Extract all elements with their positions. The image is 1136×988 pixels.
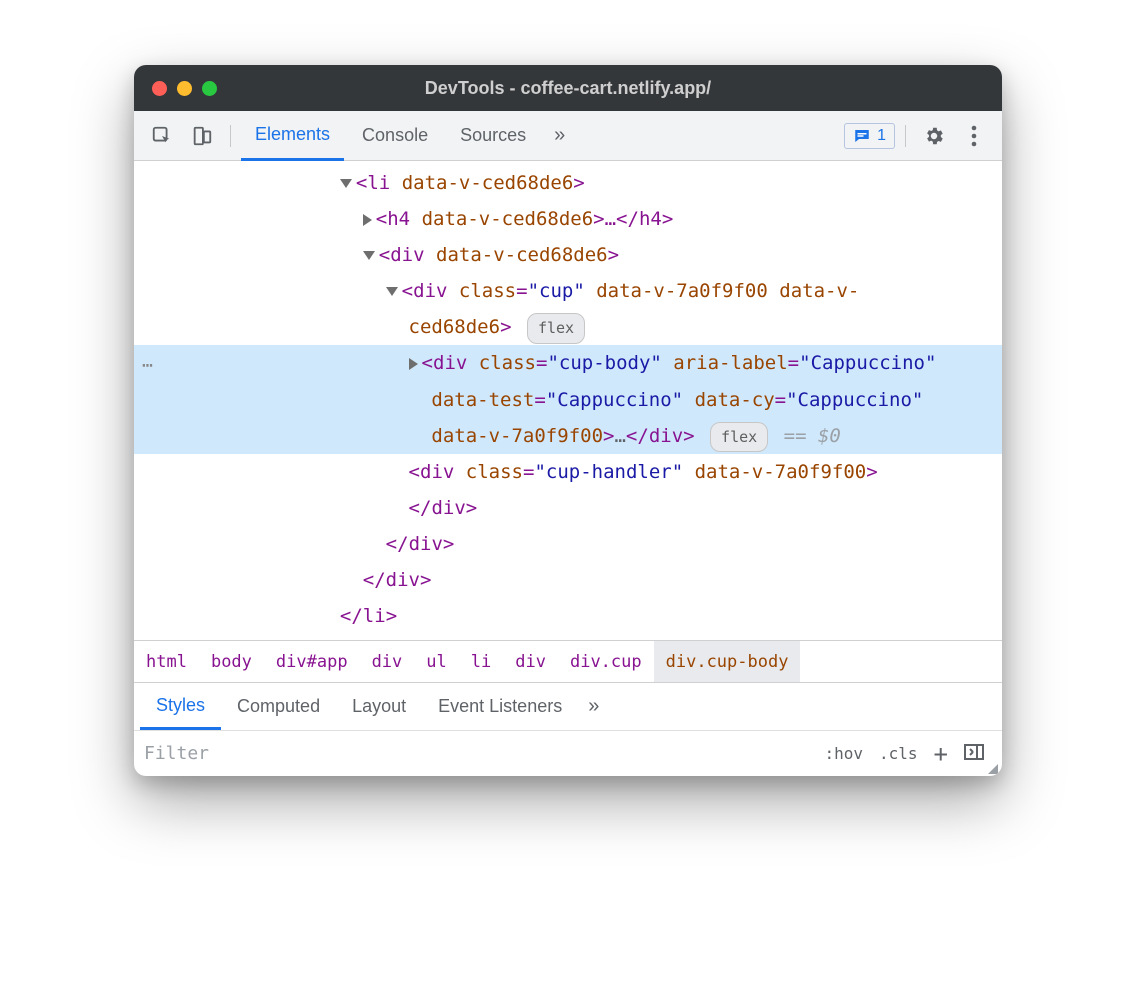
dom-node[interactable]: <li data-v-ced68de6> [134, 165, 1002, 201]
dom-node-selected-cont[interactable]: data-test="Cappuccino" data-cy="Cappucci… [134, 382, 1002, 418]
styles-tabs: Styles Computed Layout Event Listeners » [134, 682, 1002, 730]
hov-toggle[interactable]: :hov [816, 744, 871, 763]
more-styles-tabs-button[interactable]: » [578, 695, 609, 718]
breadcrumb-bar: html body div#app div ul li div div.cup … [134, 640, 1002, 682]
dom-node[interactable]: <div class="cup-handler" data-v-7a0f9f00… [134, 454, 1002, 490]
device-toolbar-icon[interactable] [184, 118, 220, 154]
expand-caret-icon[interactable] [386, 287, 398, 296]
close-window-button[interactable] [152, 81, 167, 96]
tab-sources[interactable]: Sources [446, 111, 540, 161]
tab-styles[interactable]: Styles [140, 683, 221, 730]
more-menu-icon[interactable] [956, 118, 992, 154]
tab-layout[interactable]: Layout [336, 683, 422, 730]
tab-computed[interactable]: Computed [221, 683, 336, 730]
message-icon [853, 127, 871, 145]
dom-node-selected[interactable]: ⋯ <div class="cup-body" aria-label="Capp… [134, 345, 1002, 381]
toolbar-divider [905, 125, 906, 147]
console-ref: == $0 [784, 425, 841, 447]
resize-handle-icon[interactable] [988, 764, 998, 774]
window-title: DevTools - coffee-cart.netlify.app/ [134, 78, 1002, 99]
dom-node[interactable]: </div> [134, 490, 1002, 526]
cls-toggle[interactable]: .cls [871, 744, 926, 763]
crumb-li[interactable]: li [459, 641, 503, 682]
flex-badge[interactable]: flex [710, 422, 768, 453]
styles-filter-input[interactable] [144, 743, 816, 764]
crumb-div2[interactable]: div [503, 641, 558, 682]
expand-caret-icon[interactable] [409, 358, 418, 370]
dom-node[interactable]: </div> [134, 526, 1002, 562]
minimize-window-button[interactable] [177, 81, 192, 96]
dom-node[interactable]: </div> [134, 562, 1002, 598]
dom-node-cont[interactable]: ced68de6> flex [134, 309, 1002, 345]
tab-event-listeners[interactable]: Event Listeners [422, 683, 578, 730]
dom-node[interactable]: <div class="cup" data-v-7a0f9f00 data-v- [134, 273, 1002, 309]
expand-caret-icon[interactable] [363, 251, 375, 260]
expand-caret-icon[interactable] [363, 214, 372, 226]
crumb-app[interactable]: div#app [264, 641, 360, 682]
devtools-window: DevTools - coffee-cart.netlify.app/ Elem… [134, 65, 1002, 776]
styles-filter-bar: :hov .cls + [134, 730, 1002, 776]
crumb-div[interactable]: div [360, 641, 415, 682]
dom-node[interactable]: <h4 data-v-ced68de6>…</h4> [134, 201, 1002, 237]
crumb-ul[interactable]: ul [414, 641, 458, 682]
issues-badge[interactable]: 1 [844, 123, 895, 149]
inspect-element-icon[interactable] [144, 118, 180, 154]
expand-caret-icon[interactable] [340, 179, 352, 188]
toggle-sidebar-icon[interactable] [956, 744, 992, 764]
ellipsis-icon[interactable]: ⋯ [142, 349, 153, 383]
crumb-body[interactable]: body [199, 641, 264, 682]
dom-node-selected-cont[interactable]: data-v-7a0f9f00>…</div> flex == $0 [134, 418, 1002, 454]
zoom-window-button[interactable] [202, 81, 217, 96]
settings-icon[interactable] [916, 118, 952, 154]
issues-count: 1 [877, 127, 886, 145]
titlebar: DevTools - coffee-cart.netlify.app/ [134, 65, 1002, 111]
tab-console[interactable]: Console [348, 111, 442, 161]
flex-badge[interactable]: flex [527, 313, 585, 344]
dom-tree[interactable]: <li data-v-ced68de6> <h4 data-v-ced68de6… [134, 161, 1002, 640]
main-toolbar: Elements Console Sources » 1 [134, 111, 1002, 161]
add-rule-icon[interactable]: + [926, 740, 956, 768]
dom-node[interactable]: <div data-v-ced68de6> [134, 237, 1002, 273]
window-controls [152, 81, 217, 96]
toolbar-divider [230, 125, 231, 147]
dom-node[interactable]: </li> [134, 598, 1002, 634]
more-tabs-button[interactable]: » [544, 124, 575, 147]
crumb-div-cup-body[interactable]: div.cup-body [654, 641, 801, 682]
tab-elements[interactable]: Elements [241, 111, 344, 161]
crumb-html[interactable]: html [134, 641, 199, 682]
crumb-div-cup[interactable]: div.cup [558, 641, 654, 682]
